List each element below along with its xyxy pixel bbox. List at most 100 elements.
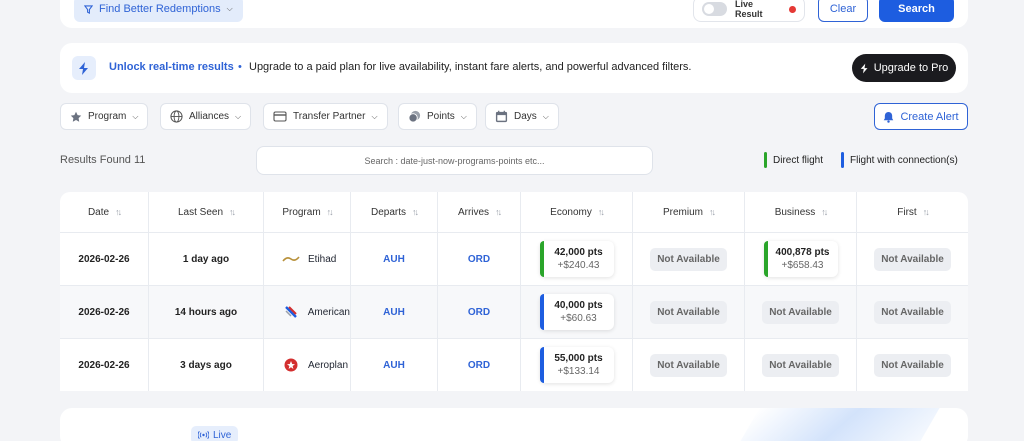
column-header-premium[interactable]: Premium ↑↓ xyxy=(632,192,744,232)
column-header-last-seen[interactable]: Last Seen ↑↓ xyxy=(148,192,263,232)
filter-program-label: Program xyxy=(88,111,127,122)
business-cell: 400,878 pts +$658.43 xyxy=(744,233,856,285)
results-search-input[interactable] xyxy=(256,146,653,175)
column-header-arrives[interactable]: Arrives ↑↓ xyxy=(437,192,520,232)
fare-points: 42,000 pts xyxy=(554,247,603,258)
not-available-badge: Not Available xyxy=(874,247,951,271)
upgrade-to-pro-button[interactable]: Upgrade to Pro xyxy=(852,54,956,82)
economy-fare-card[interactable]: 42,000 pts +$240.43 xyxy=(539,241,614,277)
find-better-redemptions-label: Find Better Redemptions xyxy=(99,3,221,15)
program-name: American xyxy=(307,306,350,318)
sort-icon[interactable]: ↑↓ xyxy=(115,207,122,217)
not-available-badge: Not Available xyxy=(762,300,839,324)
banner-title[interactable]: Unlock real-time results xyxy=(109,61,234,73)
column-header-program[interactable]: Program ↑↓ xyxy=(263,192,350,232)
find-better-redemptions-button[interactable]: Find Better Redemptions ⌵ xyxy=(74,0,243,22)
first-cell: Not Available xyxy=(856,339,968,391)
sort-icon[interactable]: ↑↓ xyxy=(821,207,828,217)
chevron-down-icon: ⌵ xyxy=(542,111,549,121)
sort-icon[interactable]: ↑↓ xyxy=(495,207,502,217)
not-available-badge: Not Available xyxy=(650,247,727,271)
american-logo-icon xyxy=(282,305,300,319)
aeroplan-logo-icon xyxy=(282,358,300,372)
live-section-card: Live xyxy=(60,408,968,441)
column-header-first[interactable]: First ↑↓ xyxy=(856,192,968,232)
first-cell: Not Available xyxy=(856,233,968,285)
legend-direct-label: Direct flight xyxy=(773,154,824,166)
filter-points[interactable]: Points ⌵ xyxy=(398,103,477,130)
premium-cell: Not Available xyxy=(632,233,744,285)
table-row[interactable]: 2026-02-26 1 day ago Etihad AUH ORD 42,0… xyxy=(60,232,968,285)
filter-transfer-partner[interactable]: Transfer Partner ⌵ xyxy=(263,103,388,130)
date-cell: 2026-02-26 xyxy=(78,359,130,371)
departs-cell[interactable]: AUH xyxy=(350,286,437,338)
column-header-date[interactable]: Date ↑↓ xyxy=(60,192,148,232)
business-fare-card[interactable]: 400,878 pts +$658.43 xyxy=(763,241,838,277)
legend-connection-label: Flight with connection(s) xyxy=(850,154,958,166)
table-header-row: Date ↑↓ Last Seen ↑↓ Program ↑↓ Departs ↑↓ A… xyxy=(60,192,968,232)
card-icon xyxy=(273,111,287,122)
last-seen-cell: 3 days ago xyxy=(148,339,263,391)
not-available-badge: Not Available xyxy=(650,300,727,324)
star-icon xyxy=(70,111,82,122)
live-result-toggle[interactable]: Live Result xyxy=(693,0,805,22)
economy-cell: 40,000 pts +$60.63 xyxy=(520,286,632,338)
chevron-down-icon: ⌵ xyxy=(226,4,233,13)
fare-points: 400,878 pts xyxy=(775,247,830,258)
top-search-bar: Find Better Redemptions ⌵ Live Result Cl… xyxy=(60,0,968,28)
not-available-badge: Not Available xyxy=(650,353,727,377)
column-header-departs[interactable]: Departs ↑↓ xyxy=(350,192,437,232)
last-seen-cell: 1 day ago xyxy=(148,233,263,285)
sort-icon[interactable]: ↑↓ xyxy=(327,207,334,217)
banner-text: Upgrade to a paid plan for live availabi… xyxy=(249,61,692,73)
departs-cell[interactable]: AUH xyxy=(350,233,437,285)
legend-connection: Flight with connection(s) xyxy=(841,152,958,168)
economy-fare-card[interactable]: 40,000 pts +$60.63 xyxy=(539,294,614,330)
arrives-cell[interactable]: ORD xyxy=(437,286,520,338)
economy-fare-card[interactable]: 55,000 pts +$133.14 xyxy=(539,347,614,383)
column-header-business[interactable]: Business ↑↓ xyxy=(744,192,856,232)
clear-button[interactable]: Clear xyxy=(818,0,868,22)
column-header-economy[interactable]: Economy ↑↓ xyxy=(520,192,632,232)
live-result-label: Live Result xyxy=(735,0,763,19)
bolt-icon xyxy=(860,63,868,73)
table-row[interactable]: 2026-02-26 14 hours ago American AUH ORD… xyxy=(60,285,968,338)
live-label: Live xyxy=(213,429,232,441)
filter-days[interactable]: Days ⌵ xyxy=(485,103,559,130)
fare-points: 55,000 pts xyxy=(554,353,603,364)
sort-icon[interactable]: ↑↓ xyxy=(412,207,419,217)
departs-cell[interactable]: AUH xyxy=(350,339,437,391)
filter-alliances[interactable]: Alliances ⌵ xyxy=(160,103,252,130)
filter-program[interactable]: Program ⌵ xyxy=(60,103,149,130)
sort-icon[interactable]: ↑↓ xyxy=(709,207,716,217)
arrives-cell[interactable]: ORD xyxy=(437,233,520,285)
business-cell: Not Available xyxy=(744,286,856,338)
filter-points-label: Points xyxy=(427,111,455,122)
arrives-cell[interactable]: ORD xyxy=(437,339,520,391)
chevron-down-icon: ⌵ xyxy=(460,111,467,121)
create-alert-button[interactable]: Create Alert xyxy=(874,103,968,130)
bell-icon xyxy=(884,111,894,123)
first-cell: Not Available xyxy=(856,286,968,338)
sort-icon[interactable]: ↑↓ xyxy=(923,207,930,217)
program-name: Aeroplan xyxy=(308,359,349,371)
last-seen-cell: 14 hours ago xyxy=(148,286,263,338)
program-name: Etihad xyxy=(308,253,337,265)
program-cell: Aeroplan xyxy=(263,339,350,391)
chevron-down-icon: ⌵ xyxy=(235,111,242,121)
broadcast-icon xyxy=(198,431,209,439)
coins-icon xyxy=(408,110,421,123)
legend-connection-color xyxy=(841,152,844,168)
program-cell: American xyxy=(263,286,350,338)
date-cell: 2026-02-26 xyxy=(78,253,130,265)
table-row[interactable]: 2026-02-26 3 days ago Aeroplan AUH ORD 5… xyxy=(60,338,968,391)
etihad-logo-icon xyxy=(282,252,300,266)
search-button[interactable]: Search xyxy=(879,0,954,22)
live-status-dot-icon xyxy=(789,5,796,13)
upgrade-banner: Unlock real-time results • Upgrade to a … xyxy=(60,43,968,93)
bolt-icon xyxy=(72,56,96,80)
toggle-switch[interactable] xyxy=(702,2,728,16)
sort-icon[interactable]: ↑↓ xyxy=(598,207,605,217)
legend-direct-color xyxy=(764,152,767,168)
sort-icon[interactable]: ↑↓ xyxy=(229,207,236,217)
